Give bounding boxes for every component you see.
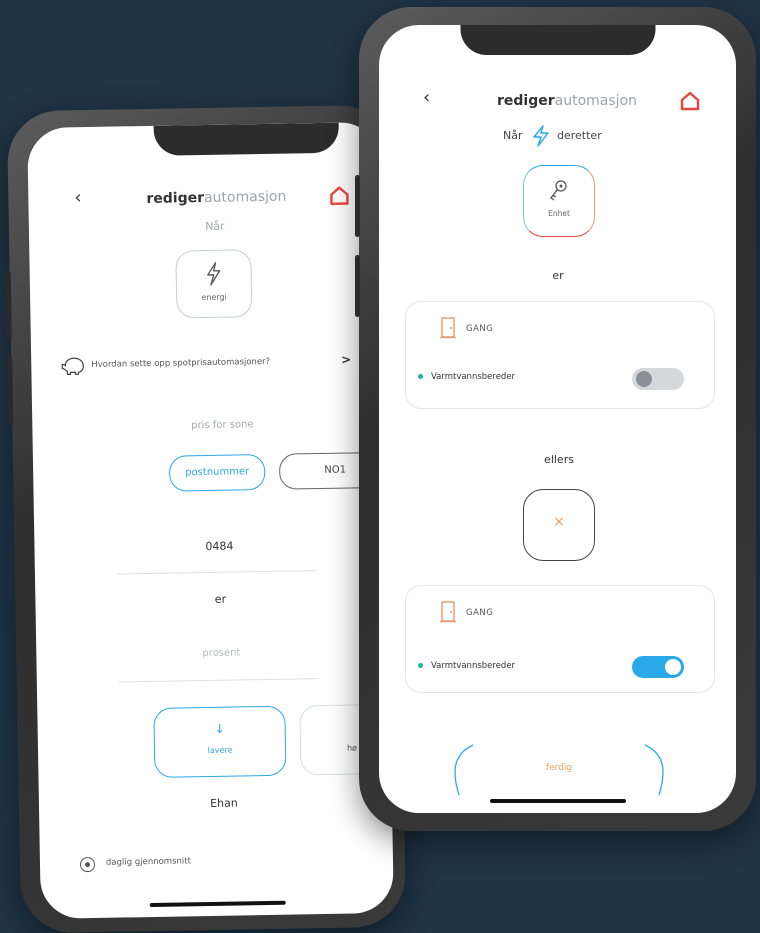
page-title: redigerautomasjon (497, 93, 637, 109)
radio-icon (79, 856, 96, 873)
back-chevron-icon[interactable]: ‹ (74, 187, 82, 208)
help-link-text: Hvordan sette opp spotprisautomasjoner? (91, 356, 271, 370)
is-label: er (214, 592, 227, 606)
piggy-bank-icon (61, 357, 84, 376)
device-name: Varmtvannsbereder (418, 661, 515, 671)
device-name: Varmtvannsbereder (418, 372, 515, 382)
home-indicator (149, 900, 286, 908)
lower-label: lavere (207, 745, 233, 756)
arrow-down-icon: ↓ (214, 721, 225, 736)
door-icon (440, 317, 456, 339)
notch (153, 122, 339, 156)
device-toggle[interactable] (632, 368, 684, 390)
tab-postnummer[interactable]: postnummer (168, 453, 266, 492)
when-label: Når (503, 129, 523, 142)
close-icon: × (553, 514, 565, 530)
trigger-label: energi (201, 292, 227, 303)
higher-label: hø (346, 743, 358, 753)
lightning-icon (207, 262, 221, 286)
room-label: GANG (466, 608, 494, 618)
done-button[interactable]: ferdig (451, 741, 667, 799)
device-toggle[interactable] (632, 656, 684, 678)
else-label: ellers (544, 453, 574, 466)
page-title: redigerautomasjon (146, 188, 287, 207)
house-icon[interactable] (679, 91, 701, 111)
percent-input[interactable]: prosent (156, 647, 286, 660)
device-trigger-button[interactable]: Enhet (523, 165, 595, 237)
postcode-value[interactable]: 0484 (164, 539, 274, 554)
phone-left: ‹ redigerautomasjon Når energi Hvordan s… (5, 104, 407, 933)
key-icon (550, 180, 567, 201)
energy-trigger-button[interactable]: energi (175, 249, 253, 319)
volume-button (355, 175, 360, 237)
screen-right: ‹ redigerautomasjon Når deretter Enhet e… (379, 25, 736, 813)
volume-button (5, 271, 12, 340)
status-dot (418, 663, 423, 668)
room-label: GANG (466, 324, 494, 334)
is-label: er (552, 269, 564, 282)
remove-action-button[interactable]: × (523, 489, 595, 561)
zone-label: pris for sone (191, 419, 254, 432)
then-label: deretter (557, 129, 602, 142)
device-label: Enhet (548, 209, 570, 218)
chevron-right-icon: > (341, 352, 352, 367)
back-chevron-icon[interactable]: ‹ (423, 87, 430, 108)
device-card[interactable]: GANG Varmtvannsbereder (405, 301, 715, 409)
when-label: Når (205, 219, 225, 233)
than-label: Ehan (210, 796, 238, 810)
phone-right: ‹ redigerautomasjon Når deretter Enhet e… (355, 7, 756, 831)
device-card[interactable]: GANG Varmtvannsbereder (405, 585, 715, 693)
door-icon (440, 601, 456, 623)
daily-average-label: daglig gjennomsnitt (105, 856, 191, 868)
screen-left: ‹ redigerautomasjon Når energi Hvordan s… (27, 121, 394, 919)
help-link[interactable]: Hvordan sette opp spotprisautomasjoner? … (61, 350, 361, 379)
status-dot (418, 374, 423, 379)
home-indicator (489, 799, 626, 803)
lightning-icon (533, 125, 549, 147)
done-label: ferdig (545, 763, 573, 773)
divider (116, 570, 317, 575)
volume-button (355, 255, 360, 317)
notch (460, 25, 655, 55)
lower-option-button[interactable]: ↓ lavere (153, 705, 287, 778)
divider (118, 678, 319, 683)
house-icon[interactable] (328, 185, 350, 205)
daily-average-option[interactable]: daglig gjennomsnitt (79, 852, 280, 875)
volume-button (7, 356, 14, 425)
